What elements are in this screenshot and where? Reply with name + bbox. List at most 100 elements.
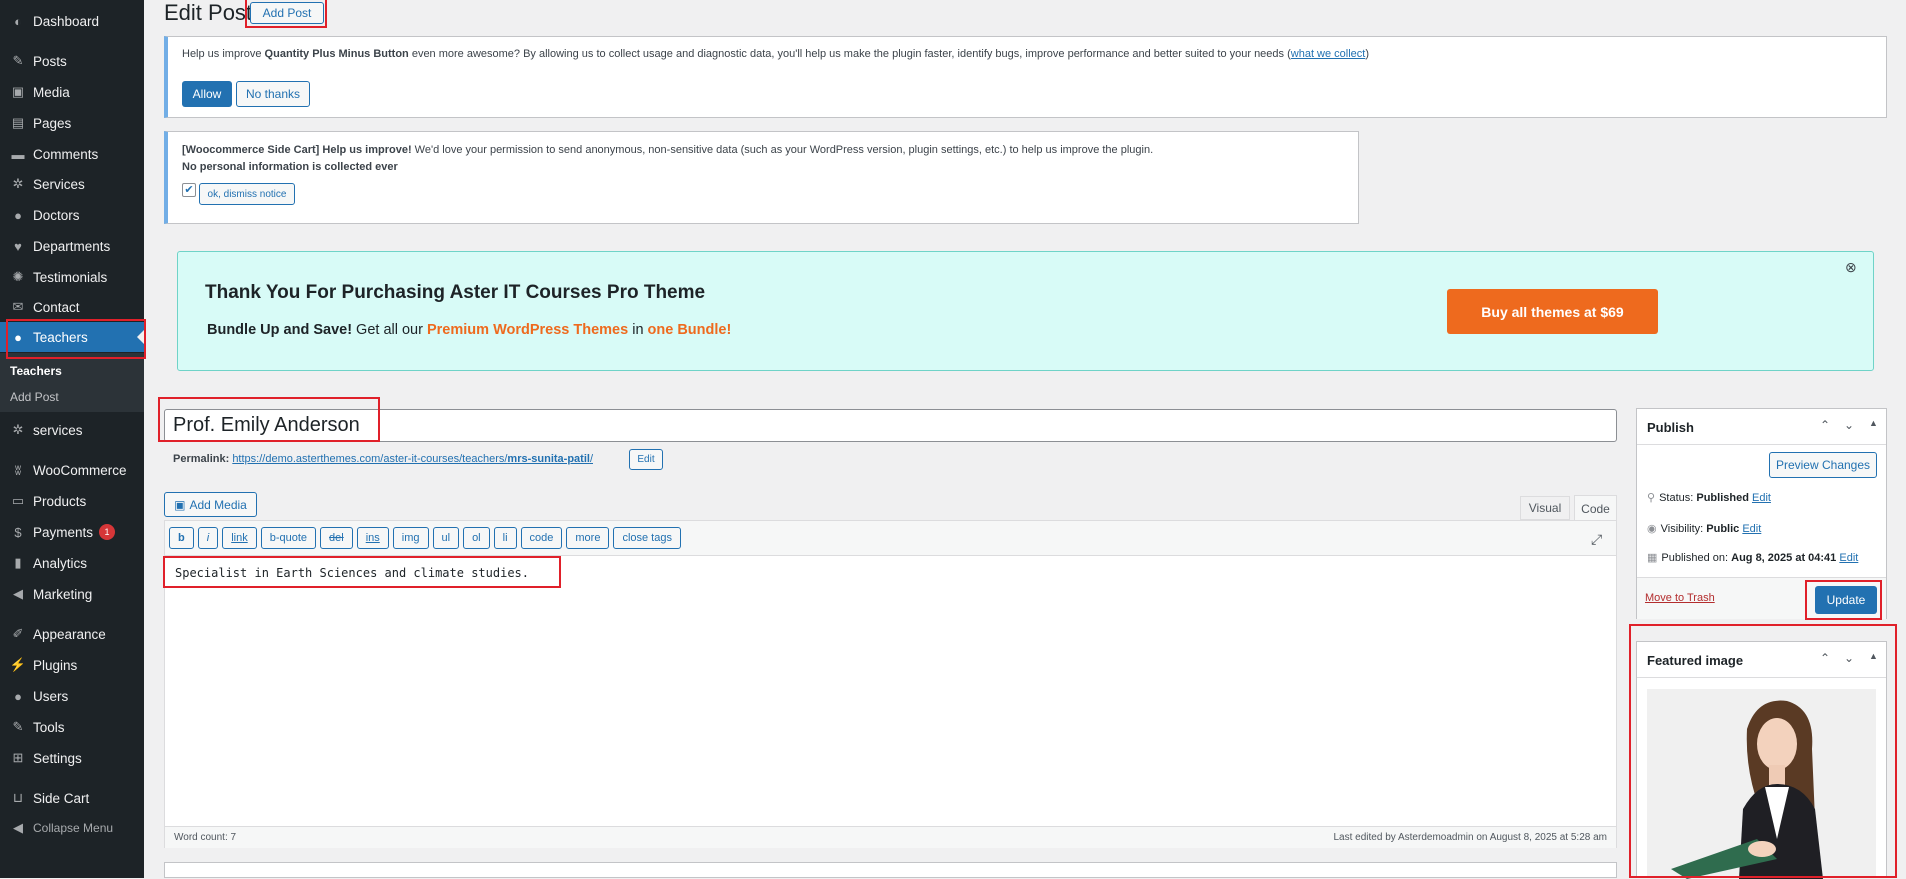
sidebar-item-settings[interactable]: ⊞ Settings (0, 743, 144, 773)
buy-themes-button[interactable]: Buy all themes at $69 (1447, 289, 1658, 334)
tab-code[interactable]: Code (1574, 495, 1617, 521)
sidebar-item-teachers[interactable]: ● Teachers (0, 322, 144, 352)
move-up-icon[interactable]: ⌃ (1820, 651, 1830, 665)
submenu-item-teachers[interactable]: Teachers (10, 364, 62, 378)
cart-icon: ⊔ (12, 790, 24, 805)
post-content-textarea[interactable]: Specialist in Earth Sciences and climate… (175, 566, 529, 580)
chart-bar-icon: ▮ (14, 555, 22, 570)
sidebar-item-analytics[interactable]: ▮ Analytics (0, 548, 144, 578)
next-metabox (164, 862, 1617, 878)
sidebar-item-payments[interactable]: $ Payments 1 (0, 517, 144, 547)
quicktag-more-button[interactable]: more (566, 527, 610, 549)
woocommerce-icon: ʬ (14, 462, 22, 478)
permalink-edit-button[interactable]: Edit (629, 449, 663, 470)
sidebar-item-dashboard[interactable]: ◐ Dashboard (0, 6, 144, 36)
teacher-portrait-image (1647, 689, 1876, 879)
sidebar-item-contact[interactable]: ✉ Contact (0, 292, 144, 322)
sidebar-item-services[interactable]: ✲ services (0, 415, 144, 445)
sidebar-item-appearance[interactable]: ✐ Appearance (0, 619, 144, 649)
promo-in-text: in (628, 322, 648, 338)
sidebar-item-products[interactable]: ▭ Products (0, 486, 144, 516)
sidebar-item-media[interactable]: ▣ Media (0, 77, 144, 107)
what-we-collect-link[interactable]: what we collect (1291, 48, 1366, 60)
user-icon: ● (14, 207, 22, 223)
quicktag-ol-button[interactable]: ol (463, 527, 490, 549)
user-icon: ● (14, 329, 22, 345)
quicktag-b-button[interactable]: b (169, 527, 194, 549)
featured-image-box: Featured image ⌃ ⌄ ▲ (1636, 641, 1887, 879)
no-thanks-button[interactable]: No thanks (236, 81, 310, 107)
tab-visual[interactable]: Visual (1520, 496, 1570, 520)
allow-button[interactable]: Allow (182, 81, 232, 107)
sidebar-item-comments[interactable]: ▬ Comments (0, 139, 144, 169)
published-edit-link[interactable]: Edit (1839, 552, 1858, 564)
quicktag-link-button[interactable]: link (222, 527, 257, 549)
sidebar-item-services[interactable]: ✲ Services (0, 169, 144, 199)
sidebar-item-plugins[interactable]: ⚡ Plugins (0, 650, 144, 680)
quicktag-img-button[interactable]: img (392, 527, 429, 549)
sidebar-item-label: Marketing (33, 586, 93, 602)
pin-icon: ⚲ (1647, 492, 1656, 504)
featured-image-thumbnail[interactable] (1647, 689, 1876, 879)
notice-body: even more awesome? By allowing us to col… (408, 48, 1291, 60)
comments-icon: ▬ (11, 146, 25, 162)
move-to-trash-link[interactable]: Move to Trash (1645, 592, 1715, 604)
sidebar-item-label: WooCommerce (33, 462, 127, 478)
promo-one-bundle-text: one Bundle! (647, 322, 732, 338)
sidebar-item-label: Media (33, 84, 70, 100)
dashboard-icon: ◐ (14, 13, 22, 29)
visibility-edit-link[interactable]: Edit (1742, 523, 1761, 535)
fullscreen-icon[interactable]: ⤢ (1591, 531, 1602, 548)
sidebar-item-testimonials[interactable]: ✺ Testimonials (0, 262, 144, 292)
side-cart-notice-heading: [Woocommerce Side Cart] Help us improve! (182, 144, 412, 156)
sidebar-item-label: Posts (33, 53, 67, 69)
sidebar-item-side-cart[interactable]: ⊔ Side Cart (0, 783, 144, 813)
visibility-label: Visibility: (1660, 523, 1707, 535)
notice-prefix: Help us improve (182, 48, 265, 60)
dismiss-notice-button[interactable]: ok, dismiss notice (199, 183, 295, 205)
heart-icon: ♥ (14, 238, 22, 254)
toggle-panel-icon[interactable]: ▲ (1869, 418, 1878, 428)
quicktag-ins-button[interactable]: ins (356, 527, 389, 549)
consent-checkbox[interactable]: ✔ (182, 183, 196, 197)
sidebar-item-posts[interactable]: ✎ Posts (0, 46, 144, 76)
status-edit-link[interactable]: Edit (1752, 492, 1771, 504)
sidebar-item-label: Collapse Menu (33, 821, 114, 835)
move-down-icon[interactable]: ⌄ (1844, 418, 1854, 432)
status-row: ⚲ Status: Published Edit (1647, 491, 1771, 504)
quicktag-close-tags-button[interactable]: close tags (613, 527, 681, 549)
sidebar-item-collapse-menu[interactable]: ◀ Collapse Menu (0, 813, 144, 843)
move-up-icon[interactable]: ⌃ (1820, 418, 1830, 432)
preview-changes-button[interactable]: Preview Changes (1769, 452, 1877, 478)
sidebar-item-label: Departments (33, 238, 111, 254)
quicktag-b-quote-button[interactable]: b-quote (260, 527, 317, 549)
add-media-label: Add Media (189, 497, 247, 512)
update-button[interactable]: Update (1815, 586, 1877, 614)
permalink-link[interactable]: https://demo.asterthemes.com/aster-it-co… (232, 453, 593, 465)
no-personal-info-text: No personal information is collected eve… (182, 161, 398, 173)
word-count: Word count: 7 (174, 832, 237, 843)
quicktag-del-button[interactable]: del (320, 527, 353, 549)
close-promo-icon[interactable]: ⊗ (1845, 259, 1857, 276)
sidebar-item-woocommerce[interactable]: ʬ WooCommerce (0, 455, 144, 485)
status-value: Published (1696, 492, 1749, 504)
quicktag-i-button[interactable]: i (197, 527, 219, 549)
sidebar-item-departments[interactable]: ♥ Departments (0, 231, 144, 261)
add-post-button[interactable]: Add Post (250, 2, 324, 24)
promo-tagline: Bundle Up and Save! Get all our Premium … (207, 322, 731, 338)
submenu-item-add-post[interactable]: Add Post (10, 390, 59, 404)
toggle-panel-icon[interactable]: ▲ (1869, 651, 1878, 661)
quicktag-ul-button[interactable]: ul (432, 527, 460, 549)
add-media-button[interactable]: ▣ Add Media (164, 492, 257, 517)
quicktag-li-button[interactable]: li (493, 527, 517, 549)
sidebar-item-tools[interactable]: ✎ Tools (0, 712, 144, 742)
sidebar-item-marketing[interactable]: ◀ Marketing (0, 579, 144, 609)
page-title: Edit Post (164, 0, 253, 25)
sidebar-item-pages[interactable]: ▤ Pages (0, 108, 144, 138)
move-down-icon[interactable]: ⌄ (1844, 651, 1854, 665)
sidebar-item-users[interactable]: ● Users (0, 681, 144, 711)
sidebar-item-doctors[interactable]: ● Doctors (0, 200, 144, 230)
quicktag-code-button[interactable]: code (520, 527, 563, 549)
post-title-input[interactable]: Prof. Emily Anderson (164, 409, 1617, 442)
permalink-base: https://demo.asterthemes.com/aster-it-co… (232, 453, 508, 465)
